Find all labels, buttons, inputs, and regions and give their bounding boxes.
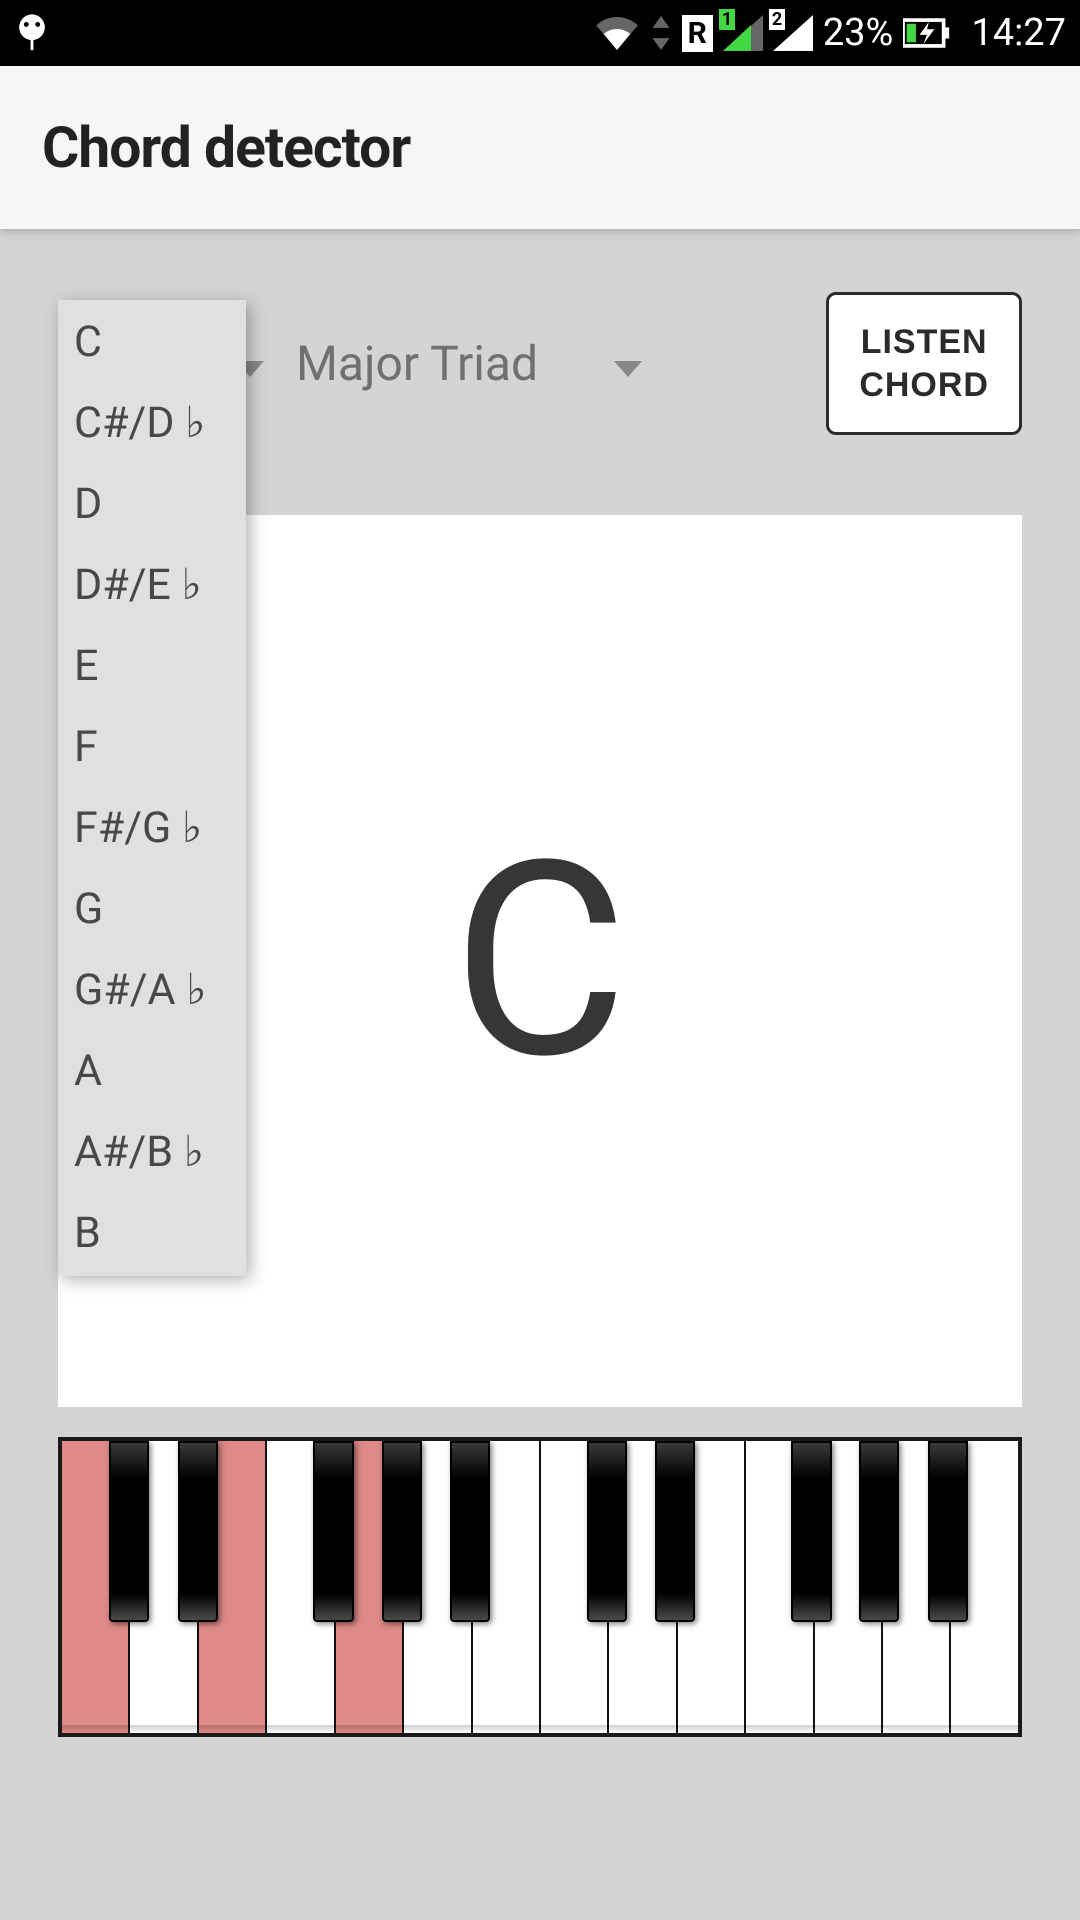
root-dropdown-item[interactable]: G <box>58 869 246 950</box>
app-bar: Chord detector <box>0 66 1080 230</box>
piano-white-key[interactable] <box>541 1441 609 1733</box>
root-dropdown-item[interactable]: B <box>58 1193 246 1274</box>
piano-white-key[interactable] <box>336 1441 404 1733</box>
android-debug-icon <box>14 13 50 53</box>
root-dropdown-item[interactable]: A#/B ♭ <box>58 1112 246 1193</box>
root-dropdown-item[interactable]: F <box>58 707 246 788</box>
piano-white-key[interactable] <box>130 1441 198 1733</box>
root-dropdown-item[interactable]: F#/G ♭ <box>58 788 246 869</box>
piano-white-key[interactable] <box>883 1441 951 1733</box>
chord-type-spinner[interactable]: Major Triad <box>296 335 656 392</box>
page-title: Chord detector <box>42 114 1038 181</box>
signal-sim1-icon: 1 <box>723 15 763 51</box>
roaming-badge: R <box>682 15 713 52</box>
chord-type-selected-label: Major Triad <box>296 335 538 392</box>
piano-white-key[interactable] <box>62 1441 130 1733</box>
clock: 14:27 <box>971 11 1066 55</box>
signal-sim2-icon: 2 <box>773 15 813 51</box>
piano-white-key[interactable] <box>404 1441 472 1733</box>
piano-white-key[interactable] <box>199 1441 267 1733</box>
battery-percent: 23% <box>823 11 894 55</box>
piano-white-key[interactable] <box>678 1441 746 1733</box>
status-left <box>14 13 50 53</box>
root-dropdown-item[interactable]: G#/A ♭ <box>58 950 246 1031</box>
root-dropdown-item[interactable]: A <box>58 1031 246 1112</box>
wifi-icon <box>594 16 640 50</box>
listen-chord-button[interactable]: LISTEN CHORD <box>826 292 1022 435</box>
root-dropdown-item[interactable]: C <box>58 302 246 383</box>
root-dropdown-item[interactable]: C#/D ♭ <box>58 383 246 464</box>
piano-white-key[interactable] <box>815 1441 883 1733</box>
piano-keyboard <box>58 1437 1022 1737</box>
chevron-down-icon <box>614 361 642 377</box>
root-dropdown-item[interactable]: D#/E ♭ <box>58 545 246 626</box>
piano-white-key[interactable] <box>746 1441 814 1733</box>
status-right: R 1 2 23% 14:27 <box>594 11 1066 55</box>
piano-white-key[interactable] <box>473 1441 541 1733</box>
battery-charging-icon <box>903 18 951 48</box>
current-chord-label: C <box>452 826 628 1096</box>
root-dropdown-item[interactable]: E <box>58 626 246 707</box>
piano-white-key[interactable] <box>951 1441 1017 1733</box>
data-arrows-icon <box>650 16 672 50</box>
piano-white-key[interactable] <box>609 1441 677 1733</box>
root-note-dropdown: CC#/D ♭DD#/E ♭EFF#/G ♭GG#/A ♭AA#/B ♭B <box>58 300 246 1276</box>
status-bar: R 1 2 23% 14:27 <box>0 0 1080 66</box>
white-keys-row <box>62 1441 1018 1733</box>
piano-white-key[interactable] <box>267 1441 335 1733</box>
root-dropdown-item[interactable]: D <box>58 464 246 545</box>
